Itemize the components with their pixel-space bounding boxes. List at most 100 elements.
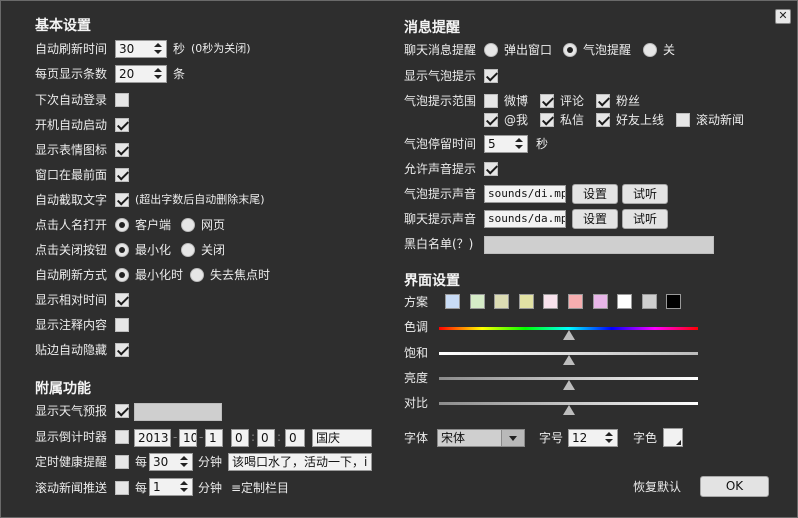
- health-every-label: 每: [135, 455, 148, 469]
- font-select[interactable]: 宋体: [437, 429, 525, 447]
- startup-checkbox[interactable]: [115, 118, 129, 132]
- refresh-time-stepper[interactable]: 30: [115, 40, 167, 58]
- hue-label: 色调: [404, 320, 429, 334]
- saturation-slider-thumb[interactable]: [562, 355, 575, 365]
- restore-defaults-link[interactable]: 恢复默认: [633, 479, 681, 495]
- show-bubble-label: 显示气泡提示: [404, 69, 477, 83]
- color-swatch[interactable]: [543, 294, 559, 309]
- bubble-sound-listen-button[interactable]: 试听: [622, 184, 668, 204]
- chat-notify-radio-popup[interactable]: [484, 43, 498, 57]
- countdown-hour-input[interactable]: 0: [231, 429, 249, 447]
- scope-comment-checkbox[interactable]: [540, 94, 554, 108]
- per-page-unit: 条: [173, 67, 186, 81]
- bubble-stay-label: 气泡停留时间: [404, 137, 477, 151]
- chat-sound-set-button[interactable]: 设置: [572, 209, 618, 229]
- color-swatch[interactable]: [445, 294, 460, 309]
- allow-sound-checkbox[interactable]: [484, 162, 498, 176]
- refresh-mode-radio-blur[interactable]: [190, 268, 204, 282]
- click-name-option-web: 网页: [201, 218, 226, 232]
- scope-news-checkbox[interactable]: [676, 113, 690, 127]
- chevron-down-icon[interactable]: [501, 430, 524, 446]
- font-size-label: 字号: [539, 431, 564, 445]
- health-message-input[interactable]: 该喝口水了，活动一下，i: [228, 453, 372, 471]
- show-bubble-checkbox[interactable]: [484, 69, 498, 83]
- weather-checkbox[interactable]: [115, 404, 129, 418]
- scope-fans-checkbox[interactable]: [596, 94, 610, 108]
- blacklist-input[interactable]: [484, 236, 714, 254]
- click-name-radio-client[interactable]: [115, 218, 129, 232]
- font-size-stepper[interactable]: 12: [568, 429, 618, 447]
- font-color-picker[interactable]: [663, 428, 683, 447]
- bubble-stay-stepper[interactable]: 5: [484, 135, 528, 153]
- scope-mention-label: @我: [504, 113, 529, 127]
- scope-dm-checkbox[interactable]: [540, 113, 554, 127]
- color-swatch[interactable]: [568, 294, 583, 309]
- brightness-slider-thumb[interactable]: [562, 380, 575, 390]
- auto-login-checkbox[interactable]: [115, 93, 129, 107]
- scope-friend-online-checkbox[interactable]: [596, 113, 610, 127]
- saturation-label: 饱和: [404, 346, 429, 360]
- relative-time-checkbox[interactable]: [115, 293, 129, 307]
- click-close-radio-minimize[interactable]: [115, 243, 129, 257]
- color-swatch[interactable]: [617, 294, 633, 309]
- countdown-month-input[interactable]: 10: [179, 429, 197, 447]
- color-swatch[interactable]: [641, 294, 657, 309]
- countdown-day-input[interactable]: 1: [205, 429, 223, 447]
- news-interval-stepper[interactable]: 1: [149, 478, 193, 496]
- scope-weibo-checkbox[interactable]: [484, 94, 498, 108]
- scope-mention-checkbox[interactable]: [484, 113, 498, 127]
- countdown-checkbox[interactable]: [115, 430, 129, 444]
- chat-notify-option-bubble: 气泡提醒: [583, 43, 632, 57]
- chat-notify-option-popup: 弹出窗口: [504, 43, 553, 57]
- stepper-arrows-icon[interactable]: [154, 42, 162, 56]
- click-close-radio-close[interactable]: [181, 243, 195, 257]
- bubble-sound-set-button[interactable]: 设置: [572, 184, 618, 204]
- ok-button[interactable]: OK: [700, 476, 769, 497]
- countdown-minute-input[interactable]: 0: [257, 429, 275, 447]
- chat-sound-listen-button[interactable]: 试听: [622, 209, 668, 229]
- click-name-radio-web[interactable]: [181, 218, 195, 232]
- refresh-mode-option-minimized: 最小化时: [135, 268, 184, 282]
- truncate-checkbox[interactable]: [115, 193, 129, 207]
- emoticons-checkbox[interactable]: [115, 143, 129, 157]
- chat-notify-label: 聊天消息提醒: [404, 43, 477, 57]
- bubble-sound-label: 气泡提示声音: [404, 187, 477, 201]
- close-icon[interactable]: ✕: [775, 9, 791, 24]
- per-page-label: 每页显示条数: [35, 67, 108, 81]
- hue-slider-thumb[interactable]: [562, 330, 575, 340]
- chat-notify-radio-off[interactable]: [643, 43, 657, 57]
- color-swatch[interactable]: [592, 294, 608, 309]
- per-page-stepper[interactable]: 20: [115, 65, 167, 83]
- edge-hide-checkbox[interactable]: [115, 343, 129, 357]
- topmost-checkbox[interactable]: [115, 168, 129, 182]
- comments-checkbox[interactable]: [115, 318, 129, 332]
- chat-notify-radio-bubble[interactable]: [563, 43, 577, 57]
- color-swatch[interactable]: [666, 294, 682, 309]
- countdown-second-input[interactable]: 0: [285, 429, 305, 447]
- customize-columns-link[interactable]: ≡定制栏目: [231, 480, 289, 496]
- color-swatch[interactable]: [469, 294, 485, 309]
- brightness-label: 亮度: [404, 371, 429, 385]
- stepper-arrows-icon[interactable]: [180, 455, 188, 469]
- stepper-arrows-icon[interactable]: [515, 137, 523, 151]
- countdown-event-input[interactable]: 国庆: [312, 429, 372, 447]
- stepper-arrows-icon[interactable]: [180, 480, 188, 494]
- click-name-label: 点击人名打开: [35, 218, 108, 232]
- news-unit: 分钟: [198, 481, 223, 495]
- bubble-stay-unit: 秒: [536, 137, 549, 151]
- news-checkbox[interactable]: [115, 481, 129, 495]
- stepper-arrows-icon[interactable]: [154, 67, 162, 81]
- font-size-value: 12: [572, 431, 588, 445]
- color-swatch[interactable]: [518, 294, 534, 309]
- color-swatch[interactable]: [494, 294, 510, 309]
- health-checkbox[interactable]: [115, 455, 129, 469]
- chat-sound-path-input[interactable]: sounds/da.mp3: [484, 210, 566, 228]
- contrast-slider-thumb[interactable]: [562, 405, 575, 415]
- weather-city-input[interactable]: [134, 403, 222, 421]
- refresh-mode-radio-minimized[interactable]: [115, 268, 129, 282]
- health-interval-stepper[interactable]: 30: [149, 453, 193, 471]
- countdown-year-input[interactable]: 2013: [134, 429, 171, 447]
- stepper-arrows-icon[interactable]: [605, 431, 613, 445]
- scope-weibo-label: 微博: [504, 94, 529, 108]
- bubble-sound-path-input[interactable]: sounds/di.mp3: [484, 185, 566, 203]
